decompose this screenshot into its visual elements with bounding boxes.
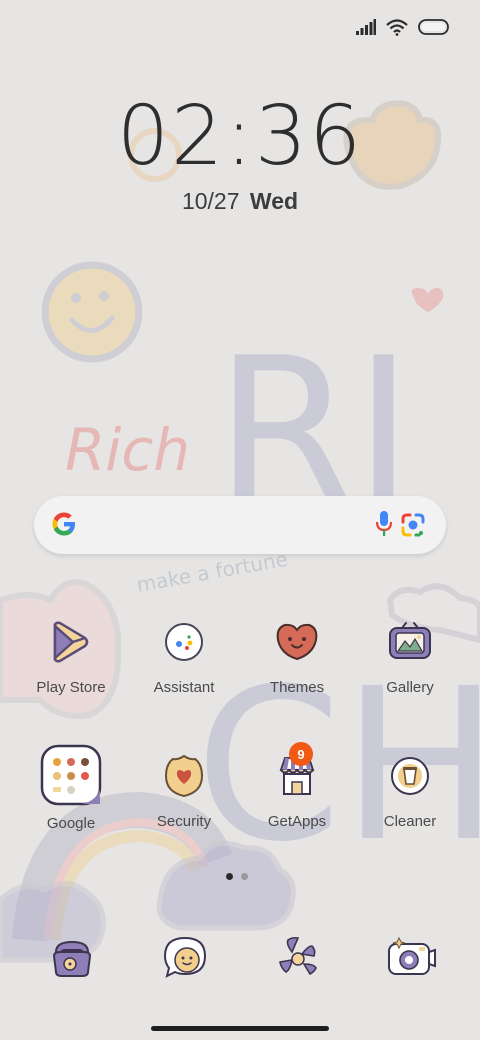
- app-getapps[interactable]: 9 GetApps: [242, 742, 352, 830]
- gesture-nav-handle[interactable]: [151, 1026, 329, 1031]
- app-label: Cleaner: [383, 813, 437, 830]
- app-assistant[interactable]: Assistant: [129, 614, 239, 696]
- battery-icon: [418, 19, 449, 35]
- page-dot-active: [226, 873, 233, 880]
- themes-icon: [276, 623, 318, 661]
- security-icon: [164, 754, 204, 798]
- app-label: Security: [156, 813, 212, 830]
- status-bar: [356, 14, 450, 40]
- play-store-icon: [53, 621, 89, 663]
- dock-phone[interactable]: [44, 930, 100, 986]
- app-security[interactable]: Security: [129, 748, 239, 830]
- app-themes[interactable]: Themes: [242, 614, 352, 696]
- rich-text: Rich: [65, 416, 190, 484]
- app-label: GetApps: [267, 813, 327, 830]
- assistant-icon: [165, 623, 203, 661]
- app-cleaner[interactable]: Cleaner: [355, 748, 465, 830]
- google-lens-icon[interactable]: [400, 512, 426, 538]
- app-label: Themes: [269, 679, 325, 696]
- app-gallery[interactable]: Gallery: [355, 614, 465, 696]
- smiley-doodle: [41, 261, 143, 363]
- microphone-icon[interactable]: [376, 510, 392, 538]
- gallery-icon: [389, 622, 431, 659]
- date-text: 10/27: [181, 188, 240, 214]
- messages-icon: [163, 936, 207, 978]
- app-label: Assistant: [153, 679, 215, 696]
- google-folder-icon: [40, 744, 102, 806]
- google-g-icon: [52, 512, 75, 536]
- dock-messages[interactable]: [157, 930, 213, 986]
- page-dot: [241, 873, 248, 880]
- lockscreen-clock[interactable]: 02:36: [0, 96, 480, 178]
- app-play-store[interactable]: Play Store: [16, 614, 126, 696]
- wifi-icon: [386, 18, 408, 36]
- app-label: Gallery: [386, 679, 434, 696]
- google-search-bar[interactable]: [34, 496, 446, 554]
- cleaner-icon: [391, 757, 429, 795]
- weekday-text: Wed: [249, 188, 299, 214]
- dock-camera[interactable]: [383, 930, 439, 986]
- fortune-text: make a fortune: [135, 547, 290, 597]
- heart-doodle: [411, 288, 444, 312]
- camera-icon: [388, 936, 436, 975]
- page-indicator[interactable]: [226, 873, 248, 880]
- browser-icon: [279, 936, 317, 976]
- home-screen: Rich RI make a fortune CH 02:36 10/27 We…: [0, 0, 480, 1040]
- lockscreen-date[interactable]: 10/27 Wed: [0, 188, 480, 215]
- signal-icon: [356, 19, 376, 35]
- app-google-folder[interactable]: Google: [16, 744, 126, 832]
- phone-icon: [52, 940, 92, 977]
- app-label: Play Store: [36, 679, 106, 696]
- notification-badge: 9: [289, 742, 313, 766]
- app-label: Google: [46, 815, 96, 832]
- dock-browser[interactable]: [270, 930, 326, 986]
